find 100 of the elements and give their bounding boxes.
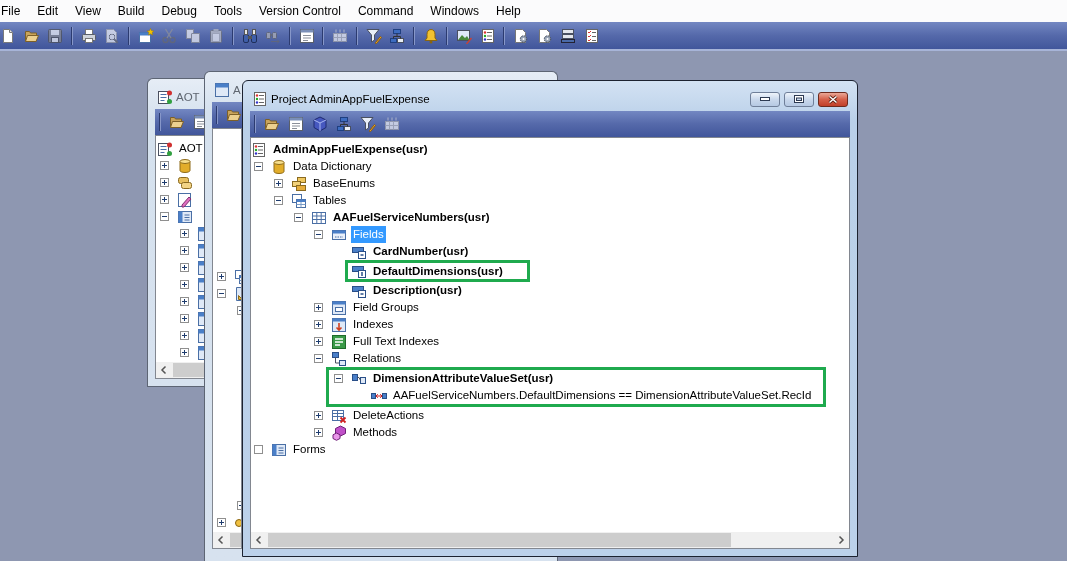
tree-item[interactable]: Tables bbox=[311, 192, 349, 209]
plus-box-icon[interactable] bbox=[217, 518, 226, 527]
close-button[interactable] bbox=[818, 91, 848, 107]
plus-box-icon[interactable] bbox=[180, 246, 189, 255]
tree-item[interactable]: Relations bbox=[351, 350, 403, 367]
plus-box-icon[interactable] bbox=[314, 411, 323, 420]
tree-item[interactable]: DimensionAttributeValueSet(usr) bbox=[371, 370, 556, 387]
maximize-icon bbox=[794, 95, 804, 103]
minus-box-icon[interactable] bbox=[314, 230, 323, 239]
minus-box-icon[interactable] bbox=[274, 196, 283, 205]
minus-box-icon[interactable] bbox=[217, 289, 226, 298]
tree-item[interactable]: Indexes bbox=[351, 316, 396, 333]
minus-box-icon[interactable] bbox=[237, 501, 241, 510]
menu-item[interactable]: Windows bbox=[421, 0, 488, 22]
cube-icon[interactable] bbox=[312, 116, 328, 132]
plus-box-icon[interactable] bbox=[180, 297, 189, 306]
new-document-icon[interactable] bbox=[0, 27, 16, 44]
tree-item[interactable]: Full Text Indexes bbox=[351, 333, 442, 350]
scrollbar-thumb[interactable] bbox=[173, 363, 204, 377]
tree-item[interactable]: Description(usr) bbox=[371, 282, 464, 299]
field-group-icon bbox=[331, 299, 347, 316]
minus-box-icon[interactable] bbox=[334, 374, 343, 383]
tree-item[interactable]: AAFuelServiceNumbers.DefaultDimensions == DimensionAttributeValueSet.RecId bbox=[391, 387, 814, 404]
gear-document-icon[interactable] bbox=[536, 27, 553, 44]
filter-icon[interactable] bbox=[360, 116, 376, 132]
bulleted-list-icon[interactable] bbox=[479, 27, 496, 44]
tree-item[interactable]: BaseEnums bbox=[311, 175, 377, 192]
plus-box-icon[interactable] bbox=[180, 331, 189, 340]
form-icon[interactable] bbox=[298, 27, 315, 44]
tables-icon bbox=[291, 192, 307, 209]
maximize-button[interactable] bbox=[784, 91, 814, 107]
hierarchy-icon[interactable] bbox=[389, 27, 405, 44]
server-icon[interactable] bbox=[560, 27, 576, 44]
plus-box-icon[interactable] bbox=[314, 337, 323, 346]
tree-item[interactable]: Methods bbox=[351, 424, 400, 441]
menu-item[interactable]: Tools bbox=[205, 0, 251, 22]
tree-item[interactable]: AdminAppFuelExpense(usr) bbox=[271, 141, 430, 158]
folder-icon[interactable] bbox=[264, 116, 280, 132]
folder-icon[interactable] bbox=[169, 114, 185, 130]
scrollbar-thumb[interactable] bbox=[268, 533, 731, 547]
form-icon bbox=[177, 208, 193, 225]
minus-box-icon[interactable] bbox=[160, 212, 169, 221]
minimize-icon bbox=[760, 97, 770, 101]
relations-icon bbox=[331, 350, 347, 367]
binoculars-icon[interactable] bbox=[241, 27, 258, 44]
tree-item[interactable]: DeleteActions bbox=[351, 407, 426, 424]
plus-box-icon[interactable] bbox=[314, 320, 323, 329]
window-icon bbox=[214, 82, 230, 98]
menu-item[interactable]: Version Control bbox=[250, 0, 350, 22]
checklist-icon[interactable] bbox=[583, 27, 600, 44]
number-field-icon bbox=[351, 263, 367, 279]
minus-box-icon[interactable] bbox=[294, 213, 303, 222]
plus-box-icon[interactable] bbox=[160, 195, 169, 204]
folder-icon[interactable] bbox=[226, 107, 242, 123]
menu-item[interactable]: File bbox=[0, 0, 29, 22]
bell-icon[interactable] bbox=[422, 27, 439, 44]
plus-box-icon[interactable] bbox=[180, 263, 189, 272]
filter-icon[interactable] bbox=[365, 27, 382, 44]
menu-item[interactable]: Help bbox=[487, 0, 530, 22]
hierarchy-icon[interactable] bbox=[336, 116, 352, 132]
plus-box-icon[interactable] bbox=[180, 280, 189, 289]
image-edit-icon[interactable] bbox=[456, 27, 472, 44]
tree-item[interactable]: DefaultDimensions(usr) bbox=[371, 263, 505, 279]
scrollbar-thumb[interactable] bbox=[230, 533, 241, 547]
minus-box-icon[interactable] bbox=[254, 162, 263, 171]
database-icon bbox=[271, 158, 287, 175]
plus-box-icon[interactable] bbox=[180, 229, 189, 238]
menu-item[interactable]: Edit bbox=[28, 0, 67, 22]
index-icon bbox=[331, 316, 347, 333]
tree-item[interactable]: Field Groups bbox=[351, 299, 421, 316]
bulleted-list-icon bbox=[252, 91, 268, 107]
tree-item[interactable]: AOT bbox=[177, 140, 204, 157]
menu-item[interactable]: Command bbox=[349, 0, 422, 22]
form-icon[interactable] bbox=[288, 116, 304, 132]
stacked-boxes-icon bbox=[291, 175, 307, 192]
minimize-button[interactable] bbox=[750, 91, 780, 107]
plus-box-icon[interactable] bbox=[274, 179, 283, 188]
menu-item[interactable]: Debug bbox=[153, 0, 206, 22]
tree-item[interactable]: CardNumber(usr) bbox=[371, 243, 471, 260]
plus-box-icon[interactable] bbox=[160, 161, 169, 170]
plus-box-icon[interactable] bbox=[314, 428, 323, 437]
window-title: Project AdminAppFuelExpense bbox=[271, 93, 430, 105]
plus-box-icon[interactable] bbox=[314, 303, 323, 312]
plus-box-icon[interactable] bbox=[180, 348, 189, 357]
minus-box-icon[interactable] bbox=[237, 306, 241, 315]
printer-icon[interactable] bbox=[80, 27, 97, 44]
new-window-icon[interactable] bbox=[137, 27, 154, 44]
plus-box-icon[interactable] bbox=[217, 272, 226, 281]
menu-item[interactable]: View bbox=[66, 0, 110, 22]
tree-item[interactable]: AAFuelServiceNumbers(usr) bbox=[331, 209, 492, 226]
empty-box-icon[interactable] bbox=[254, 445, 263, 454]
close-icon bbox=[828, 94, 838, 104]
gear-document-icon[interactable] bbox=[513, 27, 529, 44]
minus-box-icon[interactable] bbox=[314, 354, 323, 363]
menu-item[interactable]: Build bbox=[109, 0, 153, 22]
plus-box-icon[interactable] bbox=[180, 314, 189, 323]
pencil-document-icon bbox=[177, 191, 193, 208]
tree-item[interactable]: Forms bbox=[291, 441, 328, 458]
tree-item[interactable]: Data Dictionary bbox=[291, 158, 374, 175]
plus-box-icon[interactable] bbox=[160, 178, 169, 187]
